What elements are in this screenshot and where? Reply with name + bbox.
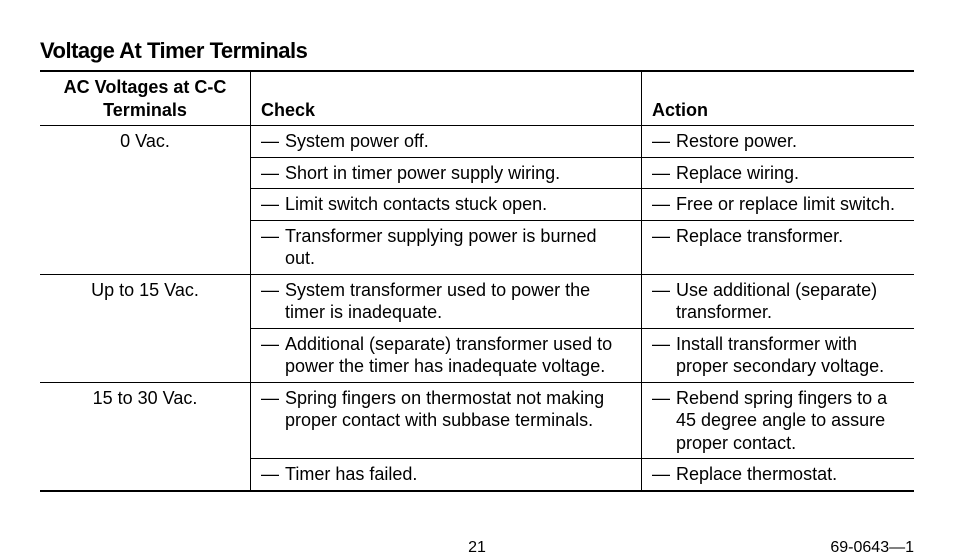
cell-text: Limit switch contacts stuck open. bbox=[285, 193, 631, 216]
action-cell: —Free or replace limit switch. bbox=[642, 189, 915, 221]
em-dash-icon: — bbox=[652, 225, 676, 248]
table-row: 15 to 30 Vac.—Spring fingers on thermost… bbox=[40, 382, 914, 459]
table-row: Up to 15 Vac.—System transformer used to… bbox=[40, 274, 914, 328]
action-cell: —Replace wiring. bbox=[642, 157, 915, 189]
em-dash-icon: — bbox=[652, 463, 676, 486]
em-dash-icon: — bbox=[261, 463, 285, 486]
check-cell: —Limit switch contacts stuck open. bbox=[251, 189, 642, 221]
cell-text: Spring fingers on thermostat not making … bbox=[285, 387, 631, 432]
table-row: 0 Vac.—System power off.—Restore power. bbox=[40, 126, 914, 158]
action-cell: —Replace transformer. bbox=[642, 220, 915, 274]
voltage-cell: Up to 15 Vac. bbox=[40, 274, 251, 382]
check-cell: —Transformer supplying power is burned o… bbox=[251, 220, 642, 274]
cell-text: Install transformer with proper secondar… bbox=[676, 333, 904, 378]
em-dash-icon: — bbox=[261, 162, 285, 185]
check-cell: —Timer has failed. bbox=[251, 459, 642, 491]
em-dash-icon: — bbox=[261, 279, 285, 324]
cell-text: System transformer used to power the tim… bbox=[285, 279, 631, 324]
action-cell: —Rebend spring fingers to a 45 degree an… bbox=[642, 382, 915, 459]
cell-text: Short in timer power supply wiring. bbox=[285, 162, 631, 185]
cell-text: Use additional (separate) transformer. bbox=[676, 279, 904, 324]
em-dash-icon: — bbox=[652, 193, 676, 216]
section-title: Voltage At Timer Terminals bbox=[40, 38, 914, 64]
action-cell: —Restore power. bbox=[642, 126, 915, 158]
col-header-action: Action bbox=[642, 71, 915, 126]
cell-text: Additional (separate) transformer used t… bbox=[285, 333, 631, 378]
em-dash-icon: — bbox=[652, 162, 676, 185]
voltage-cell: 15 to 30 Vac. bbox=[40, 382, 251, 491]
cell-text: Free or replace limit switch. bbox=[676, 193, 904, 216]
cell-text: Replace thermostat. bbox=[676, 463, 904, 486]
cell-text: Rebend spring fingers to a 45 degree ang… bbox=[676, 387, 904, 455]
em-dash-icon: — bbox=[652, 279, 676, 324]
action-cell: —Replace thermostat. bbox=[642, 459, 915, 491]
cell-text: Transformer supplying power is burned ou… bbox=[285, 225, 631, 270]
page-number: 21 bbox=[468, 539, 486, 557]
col-header-check: Check bbox=[251, 71, 642, 126]
check-cell: —System transformer used to power the ti… bbox=[251, 274, 642, 328]
check-cell: —Spring fingers on thermostat not making… bbox=[251, 382, 642, 459]
em-dash-icon: — bbox=[261, 193, 285, 216]
cell-text: System power off. bbox=[285, 130, 631, 153]
check-cell: —Additional (separate) transformer used … bbox=[251, 328, 642, 382]
voltage-cell: 0 Vac. bbox=[40, 126, 251, 275]
voltage-table: AC Voltages at C-C Terminals Check Actio… bbox=[40, 70, 914, 492]
check-cell: —System power off. bbox=[251, 126, 642, 158]
em-dash-icon: — bbox=[652, 333, 676, 378]
em-dash-icon: — bbox=[652, 130, 676, 153]
document-number: 69-0643—1 bbox=[830, 539, 914, 557]
cell-text: Restore power. bbox=[676, 130, 904, 153]
cell-text: Timer has failed. bbox=[285, 463, 631, 486]
action-cell: —Use additional (separate) transformer. bbox=[642, 274, 915, 328]
em-dash-icon: — bbox=[261, 225, 285, 270]
cell-text: Replace wiring. bbox=[676, 162, 904, 185]
em-dash-icon: — bbox=[261, 130, 285, 153]
em-dash-icon: — bbox=[261, 387, 285, 432]
cell-text: Replace transformer. bbox=[676, 225, 904, 248]
action-cell: —Install transformer with proper seconda… bbox=[642, 328, 915, 382]
em-dash-icon: — bbox=[261, 333, 285, 378]
col-header-voltage: AC Voltages at C-C Terminals bbox=[40, 71, 251, 126]
em-dash-icon: — bbox=[652, 387, 676, 455]
check-cell: —Short in timer power supply wiring. bbox=[251, 157, 642, 189]
